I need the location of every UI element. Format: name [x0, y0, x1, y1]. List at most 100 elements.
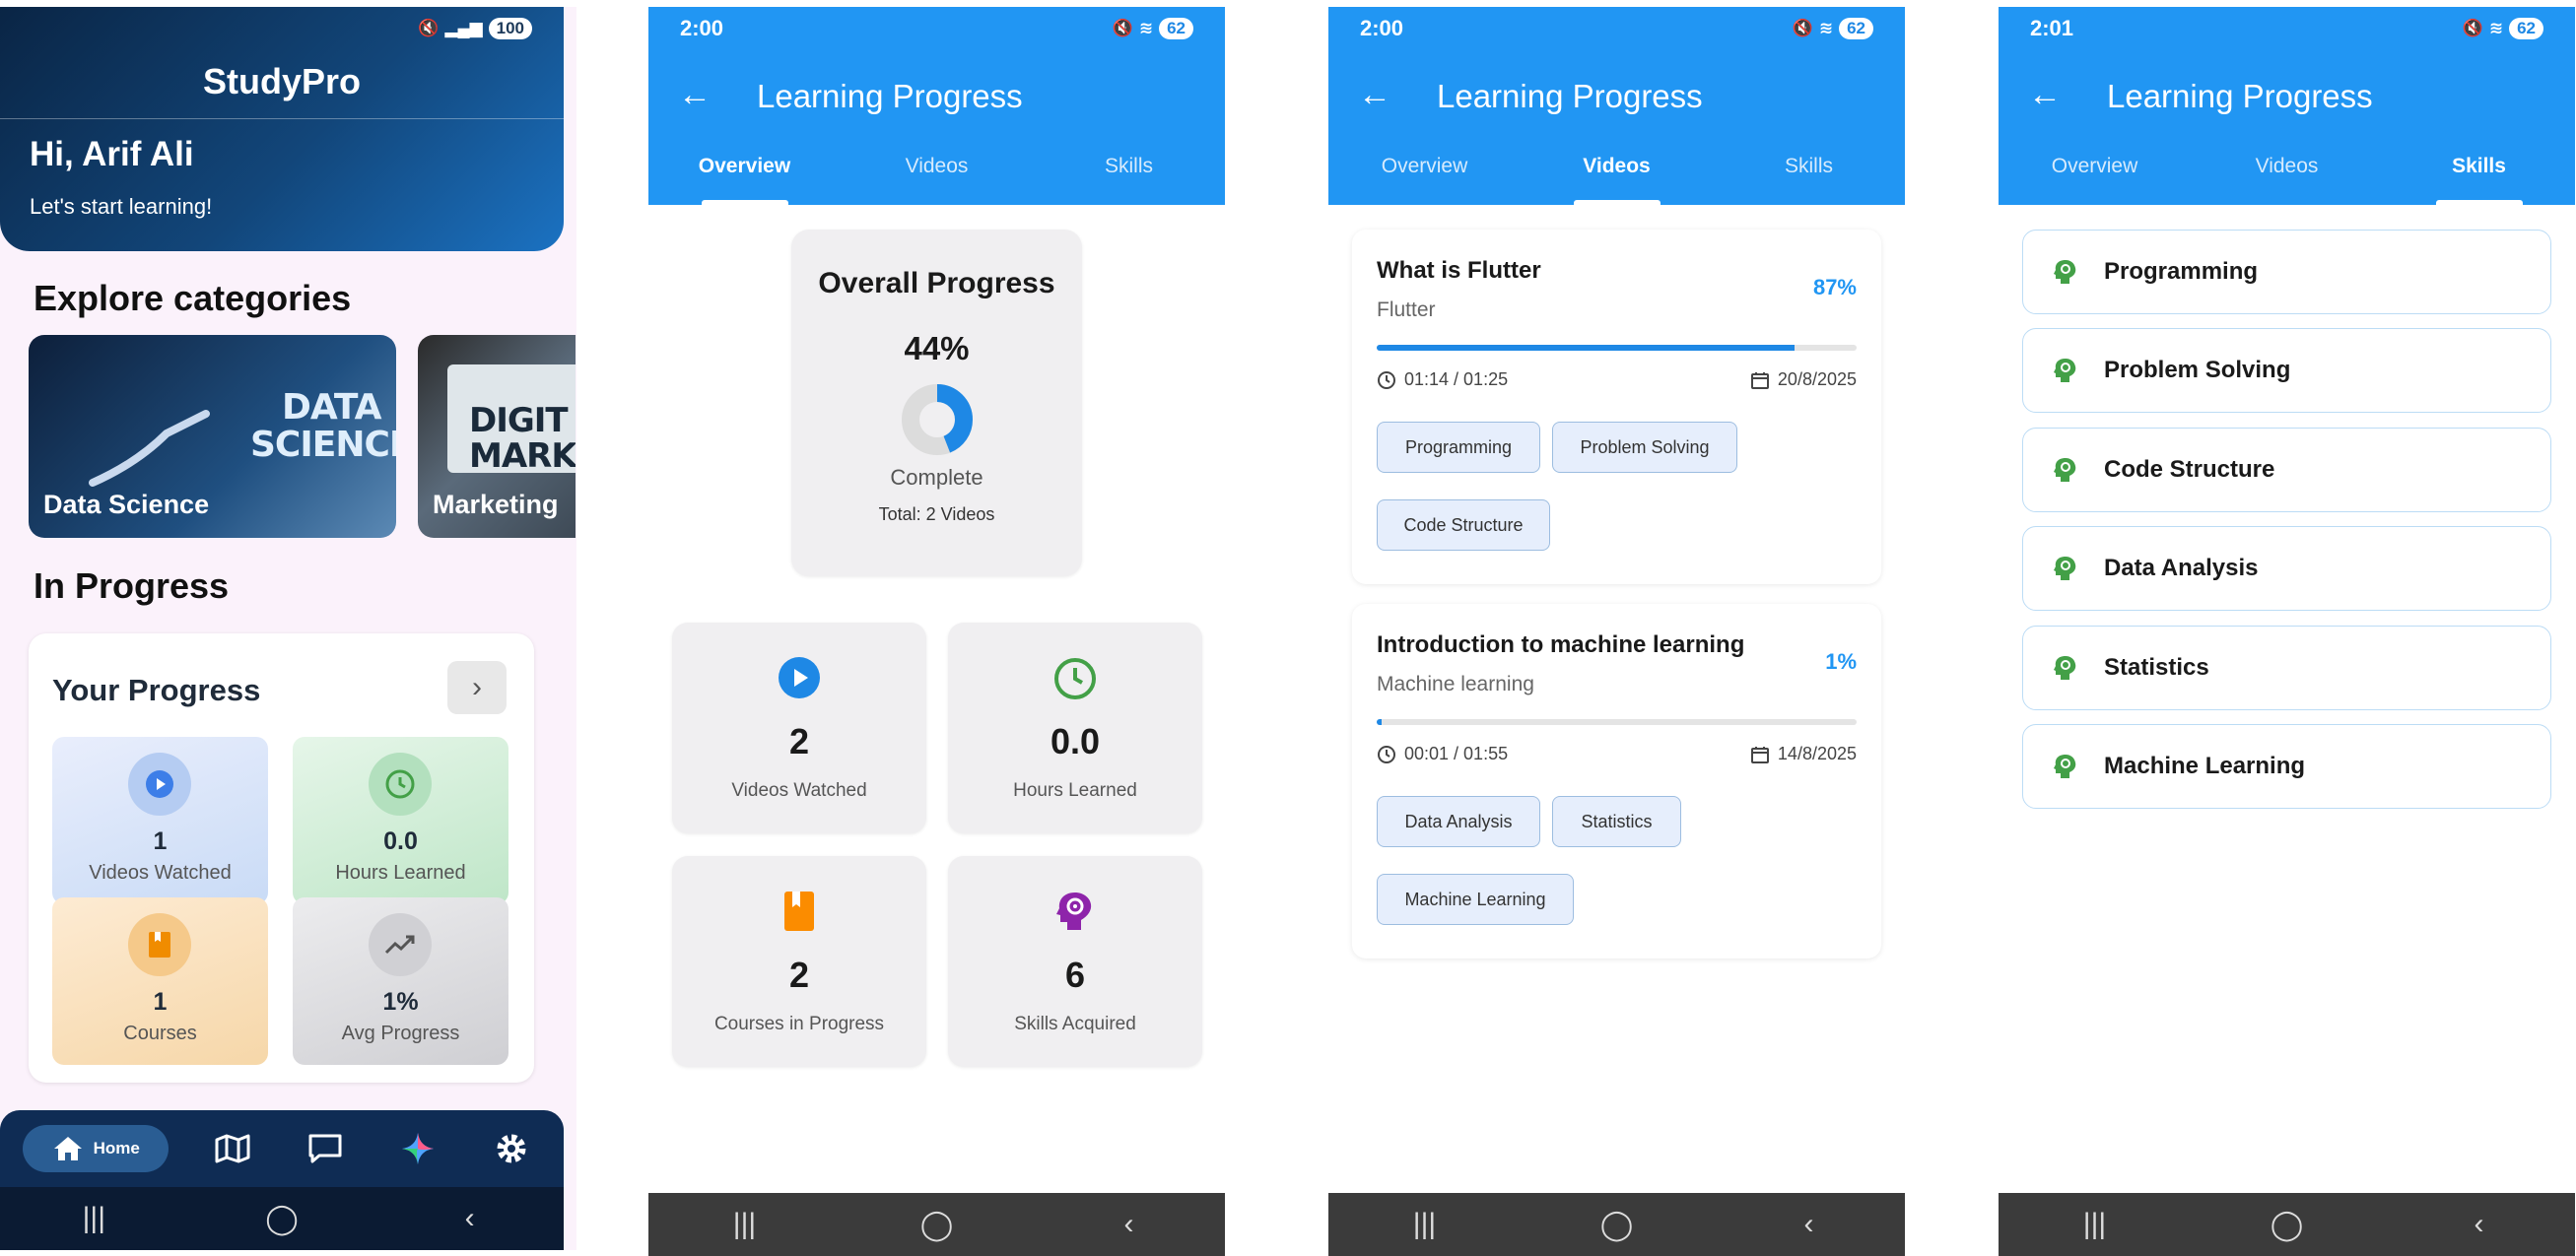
tab-skills[interactable]: Skills [1713, 155, 1905, 205]
back-chevron-icon[interactable]: ‹ [441, 1202, 500, 1235]
skill-chip: Machine Learning [1377, 874, 1574, 925]
video-percent: 87% [1812, 275, 1857, 299]
app-bar: 2:00 🔇 ≋ 62 ← Learning Progress Overview… [648, 7, 1225, 205]
wifi-icon: ≋ [2488, 19, 2504, 37]
home-circle-icon[interactable]: ◯ [2258, 1208, 2317, 1242]
nav-chat[interactable] [296, 1133, 355, 1164]
skill-name: Machine Learning [2104, 753, 2306, 779]
skill-name: Statistics [2104, 654, 2209, 681]
video-time: 00:01 / 01:55 [1377, 744, 1508, 764]
tile-hours-learned: 0.0 Hours Learned [293, 737, 508, 904]
skill-name: Programming [2104, 258, 2259, 285]
video-progress-fill [1377, 719, 1382, 725]
recents-icon[interactable]: ||| [2066, 1208, 2125, 1241]
tile-courses: 1 Courses [52, 897, 268, 1065]
tab-bar: Overview Videos Skills [1999, 155, 2575, 205]
gear-icon [497, 1134, 526, 1163]
skill-chip: Data Analysis [1377, 796, 1540, 847]
tab-overview[interactable]: Overview [1999, 155, 2191, 205]
brain-gear-icon [948, 890, 1202, 933]
tab-skills[interactable]: Skills [2383, 155, 2575, 205]
back-chevron-icon[interactable]: ‹ [2450, 1208, 2509, 1241]
video-time-text: 01:14 / 01:25 [1404, 369, 1509, 389]
page-title: Learning Progress [2107, 78, 2373, 114]
video-time-text: 00:01 / 01:55 [1404, 744, 1509, 763]
greeting-subtitle: Let's start learning! [30, 194, 213, 219]
stat-value: 6 [1064, 955, 1086, 995]
tab-videos[interactable]: Videos [2191, 155, 2383, 205]
skill-chip: Programming [1377, 422, 1540, 473]
tab-skills[interactable]: Skills [1033, 155, 1225, 205]
video-meta: 01:14 / 01:25 20/8/2025 [1377, 369, 1857, 390]
tab-videos[interactable]: Videos [1521, 155, 1713, 205]
recents-icon[interactable]: ||| [64, 1202, 123, 1235]
brain-gear-icon [2054, 656, 2076, 680]
tab-videos[interactable]: Videos [841, 155, 1033, 205]
skill-item: Data Analysis [2022, 526, 2551, 611]
recents-icon[interactable]: ||| [1395, 1208, 1455, 1241]
map-icon [215, 1134, 250, 1163]
signal-icon: ▂▄▆ [444, 19, 483, 37]
clock-icon [1378, 745, 1395, 763]
brain-gear-icon [2054, 557, 2076, 580]
tile-value: 0.0 [383, 827, 418, 855]
battery-indicator: 62 [1839, 18, 1873, 39]
back-chevron-icon[interactable]: ‹ [1780, 1208, 1839, 1241]
video-card[interactable]: Introduction to machine learning Machine… [1352, 604, 1881, 959]
video-progress-fill [1377, 345, 1795, 351]
back-arrow-icon[interactable]: ← [1358, 76, 1391, 114]
tile-label: Avg Progress [341, 1023, 460, 1044]
trending-up-icon [369, 913, 432, 976]
stat-hours-learned: 0.0 Hours Learned [948, 623, 1202, 833]
stat-value: 0.0 [1050, 721, 1101, 761]
home-circle-icon[interactable]: ◯ [252, 1202, 311, 1236]
tab-overview[interactable]: Overview [648, 155, 841, 205]
skill-name: Data Analysis [2104, 555, 2259, 581]
back-chevron-icon[interactable]: ‹ [1100, 1208, 1159, 1241]
skill-name: Problem Solving [2104, 357, 2291, 383]
play-icon [672, 656, 926, 699]
status-right: 🔇 ▂▄▆ 100 [418, 18, 532, 39]
nav-map[interactable] [203, 1134, 262, 1163]
tab-bar: Overview Videos Skills [1328, 155, 1905, 205]
tab-overview[interactable]: Overview [1328, 155, 1521, 205]
progress-card: Your Progress › 1 Videos Watched 0.0 Hou… [29, 633, 534, 1083]
home-circle-icon[interactable]: ◯ [908, 1208, 967, 1242]
clock-icon [948, 656, 1202, 701]
stat-videos-watched: 2 Videos Watched [672, 623, 926, 833]
back-arrow-icon[interactable]: ← [678, 76, 712, 114]
tile-value: 1 [153, 988, 168, 1016]
mute-icon: 🔇 [1112, 19, 1133, 37]
nav-home[interactable]: Home [23, 1125, 169, 1172]
progress-donut [901, 384, 973, 455]
nav-settings[interactable] [482, 1132, 541, 1165]
recents-icon[interactable]: ||| [715, 1208, 775, 1241]
stat-label: Hours Learned [1013, 780, 1137, 801]
progress-overview-screen: 2:00 🔇 ≋ 62 ← Learning Progress Overview… [648, 7, 1225, 1256]
skill-chip: Statistics [1552, 796, 1681, 847]
video-title: What is Flutter [1377, 257, 1541, 284]
open-progress-button[interactable]: › [447, 661, 507, 714]
category-card-marketing[interactable]: DIGIT MARKE Marketing [418, 335, 576, 538]
complete-label: Complete [890, 465, 983, 490]
app-bar: 2:01 🔇 ≋ 62 ← Learning Progress Overview… [1999, 7, 2575, 205]
battery-indicator: 62 [1159, 18, 1193, 39]
page-title: Learning Progress [757, 78, 1023, 114]
back-arrow-icon[interactable]: ← [2028, 76, 2062, 114]
tile-value: 1% [382, 988, 419, 1016]
nav-ai[interactable] [388, 1132, 447, 1165]
tile-videos-watched: 1 Videos Watched [52, 737, 268, 904]
chevron-right-icon: › [472, 671, 482, 703]
tile-label: Videos Watched [89, 862, 232, 884]
stat-skills-acquired: 6 Skills Acquired [948, 856, 1202, 1067]
home-circle-icon[interactable]: ◯ [1588, 1208, 1647, 1242]
wifi-icon: ≋ [1818, 19, 1834, 37]
category-card-data-science[interactable]: DATA SCIENCE Data Science [29, 335, 396, 538]
skill-chip: Code Structure [1377, 499, 1550, 551]
skill-item: Programming [2022, 230, 2551, 314]
system-nav-bar: ||| ◯ ‹ [648, 1193, 1225, 1256]
video-course: Machine learning [1377, 673, 1534, 695]
video-percent: 1% [1825, 649, 1857, 674]
overall-progress-title: Overall Progress [818, 267, 1055, 299]
video-card[interactable]: What is Flutter Flutter 87% 01:14 / 01:2… [1352, 230, 1881, 584]
